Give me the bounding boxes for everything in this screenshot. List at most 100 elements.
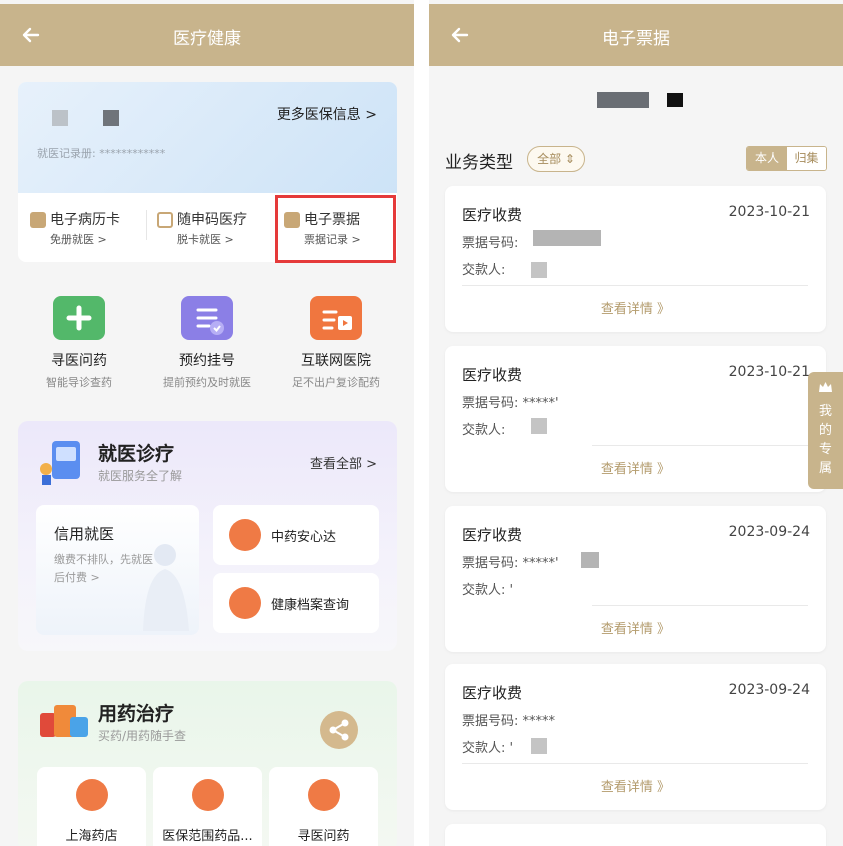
herbal-medicine-icon [229, 519, 261, 551]
insurance-info-panel: 更多医保信息 > 就医记录册: ************ [18, 82, 397, 193]
receipt-card[interactable]: 医疗收费 2023-10-21 票据号码: 交款人: 查看详情 》 [445, 186, 826, 332]
divider [462, 763, 808, 764]
quick-appointment[interactable]: 预约挂号 提前预约及时就医 [147, 296, 267, 391]
internet-hospital-icon [310, 296, 362, 340]
view-all-link[interactable]: 查看全部 > [310, 453, 377, 472]
payer: 交款人: [462, 259, 505, 278]
view-details-link[interactable]: 查看详情 》 [445, 776, 826, 795]
masked-name [103, 110, 119, 126]
masked-payer [531, 418, 547, 434]
page-title: 医疗健康 [173, 29, 241, 49]
credit-title: 信用就医 [54, 525, 115, 543]
receipt-category: 医疗收费 [462, 366, 523, 384]
view-details-link[interactable]: 查看详情 》 [445, 298, 826, 317]
receipt-date: 2023-09-24 [728, 524, 810, 540]
divider [592, 605, 808, 606]
field-value: *****' [522, 556, 559, 571]
toggle-self[interactable]: 本人 [747, 147, 787, 170]
type-filter-dropdown[interactable]: 全部 ⇕ [527, 146, 585, 172]
side-tab-label: 我的专属 [818, 404, 832, 476]
divider [146, 210, 147, 240]
masked-number [533, 230, 601, 246]
section-subtitle: 买药/用药随手查 [98, 729, 187, 743]
pharmacy-icon [75, 779, 108, 811]
more-insurance-info-link[interactable]: 更多医保信息 > [277, 104, 377, 124]
receipt-card-partial[interactable] [445, 824, 826, 846]
find-doctor-icon [53, 296, 105, 340]
receipt-date: 2023-10-21 [728, 204, 810, 220]
field-value: ' [509, 583, 514, 598]
toggle-collected[interactable]: 归集 [787, 147, 826, 170]
quick-title: 寻医问药 [51, 353, 107, 369]
service-subtitle: 免册就医 > [50, 233, 107, 246]
section-title: 就医诊疗 [98, 443, 175, 465]
insured-drug-list[interactable]: 医保范围药品... [153, 767, 262, 846]
payer: 交款人: [462, 419, 505, 438]
field-label: 票据号码: [462, 396, 519, 411]
drug-label: 上海药店 [65, 829, 118, 844]
e-receipt-screen: 电子票据 业务类型 全部 ⇕ 本人 归集 医疗收费 2023-10-21 票据号… [429, 0, 843, 846]
crown-icon [819, 382, 832, 392]
receipt-category: 医疗收费 [462, 684, 523, 702]
masked-name [597, 92, 649, 108]
divider [462, 285, 808, 286]
find-doctor-icon [307, 779, 340, 811]
section-title: 用药治疗 [98, 703, 175, 725]
medical-service-section: 就医诊疗 就医服务全了解 查看全部 > 信用就医 缴费不排队，先就医后付费 > … [18, 421, 397, 651]
receipt-number: 票据号码: [462, 232, 518, 251]
payer: 交款人: ' [462, 579, 513, 598]
service-title: 电子病历卡 [50, 212, 120, 228]
drug-list-icon [191, 779, 224, 811]
pill-label: 健康档案查询 [271, 598, 350, 613]
highlight-box [275, 195, 396, 263]
field-label: 票据号码: [462, 236, 519, 251]
qr-code-icon [157, 212, 173, 228]
field-value: ***** [522, 714, 556, 729]
field-label: 交款人: [462, 741, 506, 756]
credit-medical-card[interactable]: 信用就医 缴费不排队，先就医后付费 > [36, 505, 199, 635]
medical-record-number: 就医记录册: ************ [37, 147, 166, 160]
masked-payer [531, 738, 547, 754]
field-label: 交款人: [462, 423, 506, 438]
health-record-icon [229, 587, 261, 619]
medical-service-icon [40, 441, 80, 485]
field-label: 交款人: [462, 583, 506, 598]
my-exclusive-tab[interactable]: 我的专属 [808, 372, 843, 489]
masked-payer [531, 262, 547, 278]
medical-health-screen: 医疗健康 更多医保信息 > 就医记录册: ************ 电子病历卡 … [0, 0, 414, 846]
top-bar: 电子票据 [429, 4, 843, 66]
masked-user-name [429, 88, 843, 118]
quick-internet-hospital[interactable]: 互联网医院 足不出户复诊配药 [276, 296, 396, 391]
drug-label: 寻医问药 [297, 829, 350, 844]
quick-subtitle: 足不出户复诊配药 [292, 376, 380, 389]
view-details-link[interactable]: 查看详情 》 [445, 618, 826, 637]
herbal-medicine-delivery[interactable]: 中药安心达 [213, 505, 379, 565]
top-bar: 医疗健康 [0, 4, 414, 66]
masked-name [667, 93, 683, 107]
receipt-category: 医疗收费 [462, 206, 523, 224]
shanghai-pharmacy[interactable]: 上海药店 [37, 767, 146, 846]
receipt-category: 医疗收费 [462, 526, 523, 544]
quick-find-doctor[interactable]: 寻医问药 智能导诊查药 [19, 296, 139, 391]
receipt-card[interactable]: 医疗收费 2023-09-24 票据号码: *****' 交款人: ' 查看详情… [445, 506, 826, 652]
service-e-medical-card[interactable]: 电子病历卡 免册就医 > [30, 209, 150, 249]
receipt-number: 票据号码: *****' [462, 552, 559, 571]
health-record-query[interactable]: 健康档案查询 [213, 573, 379, 633]
share-button[interactable] [320, 711, 358, 749]
view-details-link[interactable]: 查看详情 》 [445, 458, 826, 477]
find-doctor-drug[interactable]: 寻医问药 [269, 767, 378, 846]
quick-title: 预约挂号 [179, 353, 235, 369]
receipt-number: 票据号码: *****' [462, 392, 559, 411]
divider [592, 445, 808, 446]
field-label: 票据号码: [462, 556, 519, 571]
receipt-card[interactable]: 医疗收费 2023-10-21 票据号码: *****' 交款人: 查看详情 》 [445, 346, 826, 492]
share-icon [329, 719, 349, 741]
field-label: 票据号码: [462, 714, 519, 729]
field-label: 交款人: [462, 263, 506, 278]
pill-label: 中药安心达 [271, 530, 337, 545]
receipt-card[interactable]: 医疗收费 2023-09-24 票据号码: ***** 交款人: ' 查看详情 … [445, 664, 826, 810]
service-subtitle: 脱卡就医 > [177, 233, 234, 246]
business-type-label: 业务类型 [445, 153, 513, 173]
service-qr-medical[interactable]: 随申码医疗 脱卡就医 > [157, 209, 277, 249]
page-title: 电子票据 [602, 29, 670, 49]
